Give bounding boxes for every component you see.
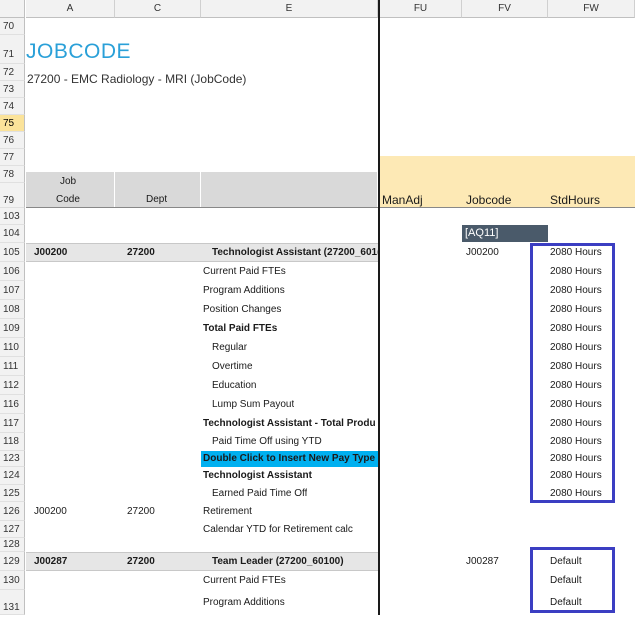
row-header[interactable]: 130 xyxy=(0,571,25,590)
jobcode-value-cell[interactable]: J00287 xyxy=(466,556,499,567)
spreadsheet: A C E FU FV FW 70 71 72 73 74 75 76 77 78 79 103 10… xyxy=(0,0,635,615)
row-header[interactable]: 78 xyxy=(0,166,25,183)
job-code-cell[interactable]: J00200 xyxy=(34,247,67,258)
description-header-cell xyxy=(201,172,378,208)
row-header[interactable]: 131 xyxy=(0,590,25,615)
description-cell[interactable]: Technologist Assistant (27200_601( xyxy=(212,247,378,258)
column-header-fw[interactable]: FW xyxy=(548,0,635,18)
job-header-label: Job xyxy=(60,176,77,187)
row-header[interactable]: 125 xyxy=(0,485,25,502)
jobcode-value-cell[interactable]: J00200 xyxy=(466,247,499,258)
stdhours-header-label: StdHours xyxy=(550,193,601,207)
job-code-cell[interactable]: J00287 xyxy=(34,556,67,567)
row-header[interactable]: 74 xyxy=(0,98,25,115)
row-header[interactable]: 127 xyxy=(0,521,25,538)
description-cell[interactable]: Paid Time Off using YTD xyxy=(212,436,322,447)
row-header[interactable]: 111 xyxy=(0,357,25,376)
description-cell[interactable]: Education xyxy=(212,380,256,391)
row-header[interactable]: 70 xyxy=(0,18,25,35)
dept-cell[interactable]: 27200 xyxy=(127,556,155,567)
row-header[interactable]: 117 xyxy=(0,414,25,433)
column-header-c[interactable]: C xyxy=(115,0,201,18)
description-cell[interactable]: Double Click to Insert New Pay Type xyxy=(203,453,375,464)
row-header[interactable]: 118 xyxy=(0,433,25,451)
row-header[interactable]: 123 xyxy=(0,451,25,467)
dept-cell[interactable]: 27200 xyxy=(127,247,155,258)
dept-cell[interactable]: 27200 xyxy=(127,506,155,517)
description-cell[interactable]: Retirement xyxy=(203,506,252,517)
select-all-corner[interactable] xyxy=(0,0,25,18)
column-header-a[interactable]: A xyxy=(26,0,115,18)
row-header[interactable]: 128 xyxy=(0,538,25,552)
row-header[interactable]: 76 xyxy=(0,132,25,149)
row-header[interactable]: 126 xyxy=(0,502,25,521)
row-header[interactable]: 104 xyxy=(0,225,25,243)
row-header[interactable]: 106 xyxy=(0,262,25,281)
row-header[interactable]: 72 xyxy=(0,64,25,81)
dept-header-label: Dept xyxy=(146,194,168,205)
column-header-fu[interactable]: FU xyxy=(380,0,462,18)
row-header[interactable]: 108 xyxy=(0,300,25,319)
row-header[interactable]: 109 xyxy=(0,319,25,338)
page-title: JOBCODE xyxy=(26,40,132,63)
row-header[interactable]: 77 xyxy=(0,149,25,166)
stdhours-annotation-box-1 xyxy=(530,243,615,503)
row-header[interactable]: 116 xyxy=(0,395,25,414)
page-subtitle: 27200 - EMC Radiology - MRI (JobCode) xyxy=(27,72,247,86)
row-header[interactable]: 71 xyxy=(0,35,25,64)
description-cell[interactable]: Lump Sum Payout xyxy=(212,399,294,410)
description-cell[interactable]: Earned Paid Time Off xyxy=(212,488,307,499)
row-header[interactable]: 103 xyxy=(0,208,25,225)
row-header[interactable]: 110 xyxy=(0,338,25,357)
description-cell[interactable]: Technologist Assistant xyxy=(203,470,312,481)
row-header[interactable]: 112 xyxy=(0,376,25,395)
column-header-e[interactable]: E xyxy=(201,0,378,18)
description-cell[interactable]: Technologist Assistant - Total Produ xyxy=(203,418,376,429)
aq-reference-cell[interactable]: [AQ11] xyxy=(462,225,548,242)
jobcode-header-label: Jobcode xyxy=(466,193,512,207)
row-header[interactable]: 107 xyxy=(0,281,25,300)
row-header[interactable]: 79 xyxy=(0,183,25,208)
row-header[interactable]: 129 xyxy=(0,552,25,571)
description-cell[interactable]: Total Paid FTEs xyxy=(203,323,277,334)
code-header-label: Code xyxy=(56,194,80,205)
job-code-cell[interactable]: J00200 xyxy=(34,506,67,517)
row-header[interactable]: 75 xyxy=(0,115,25,132)
description-cell[interactable]: Current Paid FTEs xyxy=(203,575,286,586)
manadj-header-label: ManAdj xyxy=(382,193,423,207)
description-cell[interactable]: Current Paid FTEs xyxy=(203,266,286,277)
stdhours-annotation-box-2 xyxy=(530,547,615,613)
description-cell[interactable]: Program Additions xyxy=(203,285,285,296)
description-cell[interactable]: Overtime xyxy=(212,361,253,372)
row-header[interactable]: 105 xyxy=(0,243,25,262)
description-cell[interactable]: Team Leader (27200_60100) xyxy=(212,556,344,567)
description-cell[interactable]: Regular xyxy=(212,342,247,353)
header-divider xyxy=(26,207,635,208)
column-header-fv[interactable]: FV xyxy=(462,0,548,18)
description-cell[interactable]: Program Additions xyxy=(203,597,285,608)
description-cell[interactable]: Calendar YTD for Retirement calc xyxy=(203,524,353,535)
row-header[interactable]: 124 xyxy=(0,467,25,485)
freeze-pane-divider[interactable] xyxy=(378,0,380,615)
description-cell[interactable]: Position Changes xyxy=(203,304,281,315)
row-header[interactable]: 73 xyxy=(0,81,25,98)
